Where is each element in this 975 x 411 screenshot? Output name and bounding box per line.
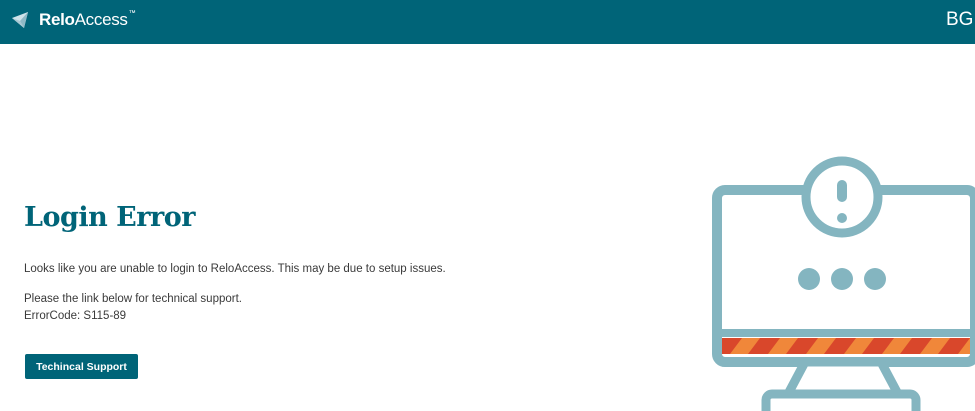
page-title: Login Error: [24, 202, 195, 233]
support-instructions: Please the link below for technical supp…: [24, 293, 242, 305]
monitor-error-icon: [712, 156, 975, 411]
reloaccess-logo[interactable]: ReloAccess™: [10, 5, 136, 35]
technical-support-button[interactable]: Techincal Support: [25, 354, 138, 379]
user-initials[interactable]: BGF: [946, 9, 975, 31]
reloaccess-logo-icon: [12, 12, 28, 28]
logo-text: ReloAccess™: [39, 10, 136, 29]
error-code: ErrorCode: S115-89: [24, 310, 127, 322]
top-bar: ReloAccess™ BGF: [0, 0, 975, 44]
error-message: Looks like you are unable to login to Re…: [24, 263, 446, 275]
